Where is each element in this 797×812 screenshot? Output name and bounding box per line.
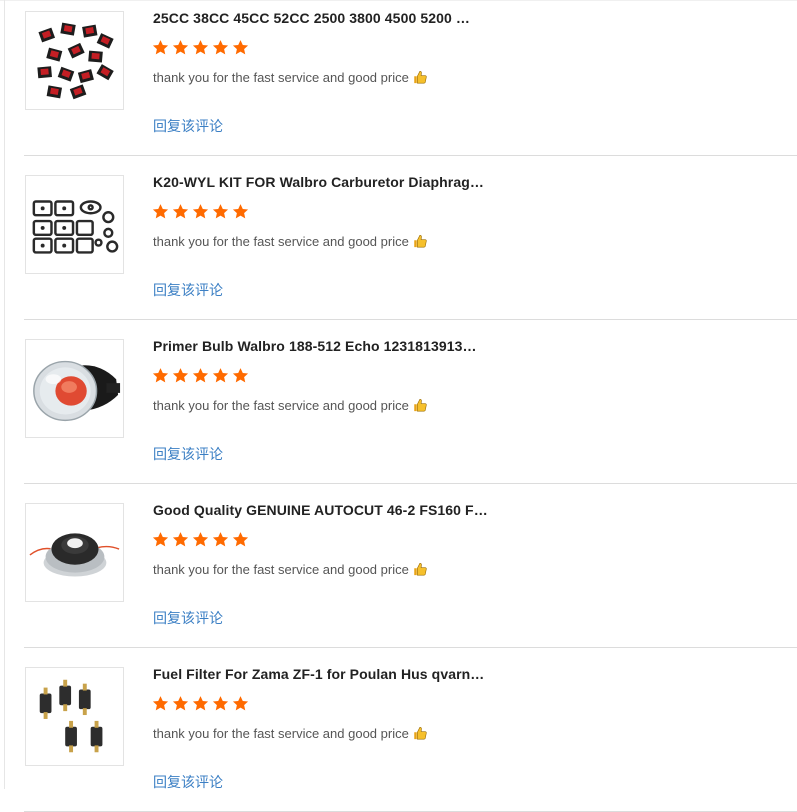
primer-bulb-image [26, 340, 123, 437]
star-icon [232, 40, 249, 55]
star-icon [172, 696, 189, 711]
star-icon [152, 532, 169, 547]
product-thumbnail[interactable] [25, 339, 124, 438]
star-icon [192, 204, 209, 219]
product-thumbnail[interactable] [25, 11, 124, 110]
reply-to-review-link[interactable]: 回复该评论 [153, 280, 223, 300]
trimmer-head-image [26, 504, 123, 601]
review-text: thank you for the fast service and good … [153, 234, 409, 249]
fuel-filter-image [26, 668, 123, 765]
review-text-row: thank you for the fast service and good … [153, 234, 428, 249]
rocker-switches-image [26, 12, 123, 109]
star-icon [192, 532, 209, 547]
star-icon [192, 40, 209, 55]
review-list: 25CC 38CC 45CC 52CC 2500 3800 4500 5200 … [24, 0, 797, 812]
review-text: thank you for the fast service and good … [153, 726, 409, 741]
product-thumbnail[interactable] [25, 503, 124, 602]
product-title[interactable]: K20-WYL KIT FOR Walbro Carburetor Diaphr… [153, 174, 513, 190]
review-text: thank you for the fast service and good … [153, 398, 409, 413]
star-icon [152, 40, 169, 55]
gasket-kit-image [26, 176, 123, 273]
star-rating [152, 531, 249, 548]
review-text: thank you for the fast service and good … [153, 70, 409, 85]
star-icon [232, 532, 249, 547]
reply-to-review-link[interactable]: 回复该评论 [153, 608, 223, 628]
product-title[interactable]: Primer Bulb Walbro 188-512 Echo 12318139… [153, 338, 513, 354]
review-text-row: thank you for the fast service and good … [153, 70, 428, 85]
thumbs-up-icon [414, 562, 427, 576]
product-title[interactable]: Good Quality GENUINE AUTOCUT 46-2 FS160 … [153, 502, 513, 518]
review-text-row: thank you for the fast service and good … [153, 398, 428, 413]
reply-to-review-link[interactable]: 回复该评论 [153, 116, 223, 136]
review-item: Good Quality GENUINE AUTOCUT 46-2 FS160 … [24, 484, 797, 648]
review-item: Fuel Filter For Zama ZF-1 for Poulan Hus… [24, 648, 797, 812]
review-item: Primer Bulb Walbro 188-512 Echo 12318139… [24, 320, 797, 484]
star-icon [172, 368, 189, 383]
star-icon [192, 696, 209, 711]
thumbs-up-icon [414, 398, 427, 412]
star-icon [172, 532, 189, 547]
reply-to-review-link[interactable]: 回复该评论 [153, 444, 223, 464]
review-item: 25CC 38CC 45CC 52CC 2500 3800 4500 5200 … [24, 0, 797, 156]
thumbs-up-icon [414, 70, 427, 84]
thumbs-up-icon [414, 726, 427, 740]
star-icon [192, 368, 209, 383]
star-icon [212, 696, 229, 711]
star-icon [152, 204, 169, 219]
review-text-row: thank you for the fast service and good … [153, 562, 428, 577]
product-thumbnail[interactable] [25, 175, 124, 274]
star-rating [152, 39, 249, 56]
star-icon [212, 204, 229, 219]
review-text: thank you for the fast service and good … [153, 562, 409, 577]
left-border [4, 0, 5, 789]
product-title[interactable]: Fuel Filter For Zama ZF-1 for Poulan Hus… [153, 666, 513, 682]
star-icon [212, 40, 229, 55]
product-title[interactable]: 25CC 38CC 45CC 52CC 2500 3800 4500 5200 … [153, 10, 513, 26]
star-icon [172, 40, 189, 55]
star-icon [212, 368, 229, 383]
star-icon [232, 204, 249, 219]
star-icon [212, 532, 229, 547]
star-icon [152, 696, 169, 711]
star-icon [172, 204, 189, 219]
review-text-row: thank you for the fast service and good … [153, 726, 428, 741]
star-icon [152, 368, 169, 383]
star-rating [152, 203, 249, 220]
star-icon [232, 696, 249, 711]
star-icon [232, 368, 249, 383]
reply-to-review-link[interactable]: 回复该评论 [153, 772, 223, 792]
review-item: K20-WYL KIT FOR Walbro Carburetor Diaphr… [24, 156, 797, 320]
product-thumbnail[interactable] [25, 667, 124, 766]
star-rating [152, 367, 249, 384]
star-rating [152, 695, 249, 712]
thumbs-up-icon [414, 234, 427, 248]
